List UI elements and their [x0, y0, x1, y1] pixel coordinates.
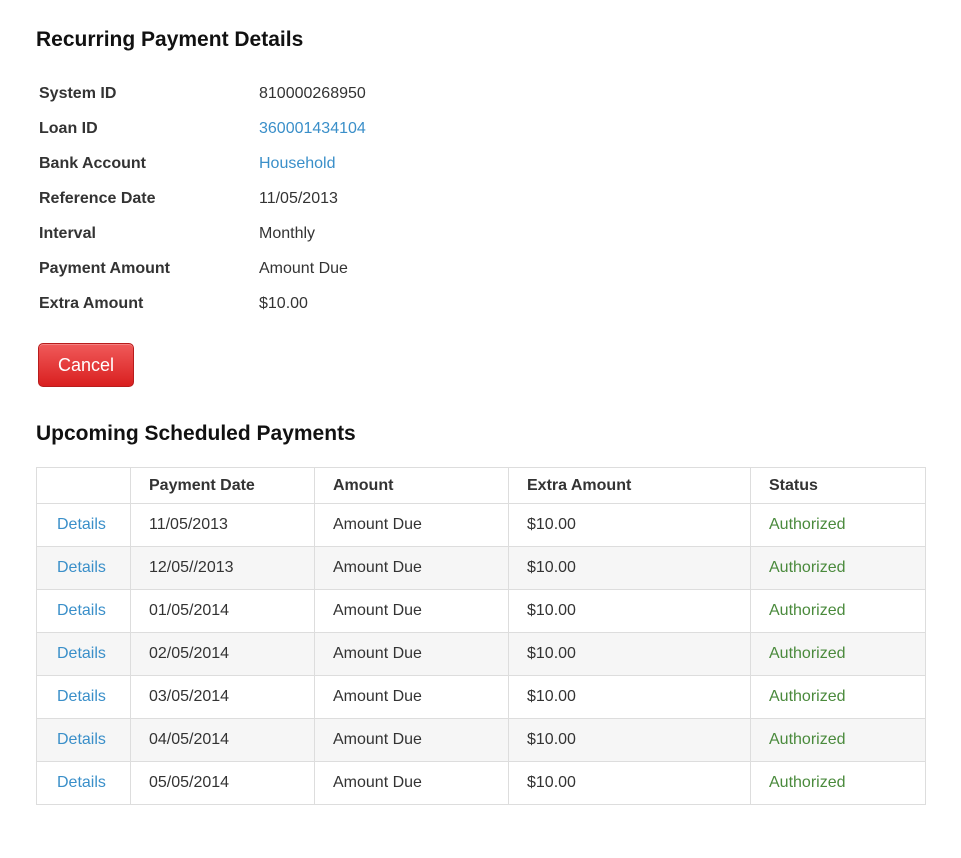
detail-row-payment-amount: Payment Amount Amount Due: [39, 251, 539, 286]
table-row: Details 04/05/2014 Amount Due $10.00 Aut…: [36, 718, 926, 762]
extra-amount-cell: $10.00: [508, 546, 751, 590]
detail-row-reference-date: Reference Date 11/05/2013: [39, 181, 539, 216]
details-link[interactable]: Details: [57, 602, 106, 619]
table-header-row: Payment Date Amount Extra Amount Status: [36, 467, 926, 504]
detail-label: Reference Date: [39, 189, 156, 207]
detail-row-extra-amount: Extra Amount $10.00: [39, 286, 539, 321]
status-cell: Authorized: [750, 632, 926, 676]
detail-label: Payment Amount: [39, 259, 170, 277]
amount-cell: Amount Due: [314, 503, 509, 547]
detail-label: Loan ID: [39, 119, 98, 137]
details-link[interactable]: Details: [57, 559, 106, 576]
payment-amount-value: Amount Due: [259, 259, 348, 277]
details-link[interactable]: Details: [57, 516, 106, 533]
recurring-payment-title: Recurring Payment Details: [36, 28, 304, 51]
details-link[interactable]: Details: [57, 731, 106, 748]
amount-cell: Amount Due: [314, 761, 509, 805]
loan-id-link[interactable]: 360001434104: [259, 120, 366, 138]
payment-date-cell: 02/05/2014: [130, 632, 315, 676]
table-row: Details 05/05/2014 Amount Due $10.00 Aut…: [36, 761, 926, 805]
reference-date-value: 11/05/2013: [259, 189, 338, 207]
payment-date-cell: 12/05//2013: [130, 546, 315, 590]
details-link[interactable]: Details: [57, 688, 106, 705]
payment-date-cell: 11/05/2013: [130, 503, 315, 547]
amount-cell: Amount Due: [314, 718, 509, 762]
details-link[interactable]: Details: [57, 774, 106, 791]
interval-value: Monthly: [259, 224, 316, 242]
payment-date-cell: 05/05/2014: [130, 761, 315, 805]
column-header-extra-amount: Extra Amount: [508, 467, 751, 504]
detail-label: Bank Account: [39, 154, 146, 172]
table-row: Details 01/05/2014 Amount Due $10.00 Aut…: [36, 589, 926, 633]
extra-amount-cell: $10.00: [508, 718, 751, 762]
status-cell: Authorized: [750, 761, 926, 805]
upcoming-payments-title: Upcoming Scheduled Payments: [36, 422, 356, 445]
detail-row-interval: Interval Monthly: [39, 216, 539, 251]
payment-date-cell: 04/05/2014: [130, 718, 315, 762]
bank-account-link[interactable]: Household: [259, 155, 336, 173]
column-header-amount: Amount: [314, 467, 509, 504]
amount-cell: Amount Due: [314, 632, 509, 676]
extra-amount-cell: $10.00: [508, 675, 751, 719]
table-row: Details 02/05/2014 Amount Due $10.00 Aut…: [36, 632, 926, 676]
cancel-button[interactable]: Cancel: [38, 343, 134, 387]
column-header-status: Status: [750, 467, 926, 504]
table-row: Details 12/05//2013 Amount Due $10.00 Au…: [36, 546, 926, 590]
status-cell: Authorized: [750, 718, 926, 762]
detail-label: System ID: [39, 84, 117, 102]
amount-cell: Amount Due: [314, 546, 509, 590]
column-header-actions: [36, 467, 131, 504]
detail-label: Extra Amount: [39, 294, 144, 312]
table-row: Details 11/05/2013 Amount Due $10.00 Aut…: [36, 503, 926, 547]
scheduled-payments-table: Payment Date Amount Extra Amount Status …: [36, 467, 926, 805]
status-cell: Authorized: [750, 546, 926, 590]
extra-amount-cell: $10.00: [508, 632, 751, 676]
status-cell: Authorized: [750, 589, 926, 633]
status-cell: Authorized: [750, 675, 926, 719]
details-link[interactable]: Details: [57, 645, 106, 662]
status-cell: Authorized: [750, 503, 926, 547]
payment-date-cell: 01/05/2014: [130, 589, 315, 633]
payment-date-cell: 03/05/2014: [130, 675, 315, 719]
detail-row-loan-id: Loan ID 360001434104: [39, 111, 539, 146]
extra-amount-cell: $10.00: [508, 761, 751, 805]
column-header-payment-date: Payment Date: [130, 467, 315, 504]
extra-amount-value: $10.00: [259, 294, 308, 312]
extra-amount-cell: $10.00: [508, 589, 751, 633]
detail-row-system-id: System ID 810000268950: [39, 76, 539, 111]
detail-row-bank-account: Bank Account Household: [39, 146, 539, 181]
amount-cell: Amount Due: [314, 675, 509, 719]
table-row: Details 03/05/2014 Amount Due $10.00 Aut…: [36, 675, 926, 719]
detail-label: Interval: [39, 224, 96, 242]
system-id-value: 810000268950: [259, 84, 366, 102]
amount-cell: Amount Due: [314, 589, 509, 633]
recurring-details-list: System ID 810000268950 Loan ID 360001434…: [39, 76, 539, 321]
extra-amount-cell: $10.00: [508, 503, 751, 547]
